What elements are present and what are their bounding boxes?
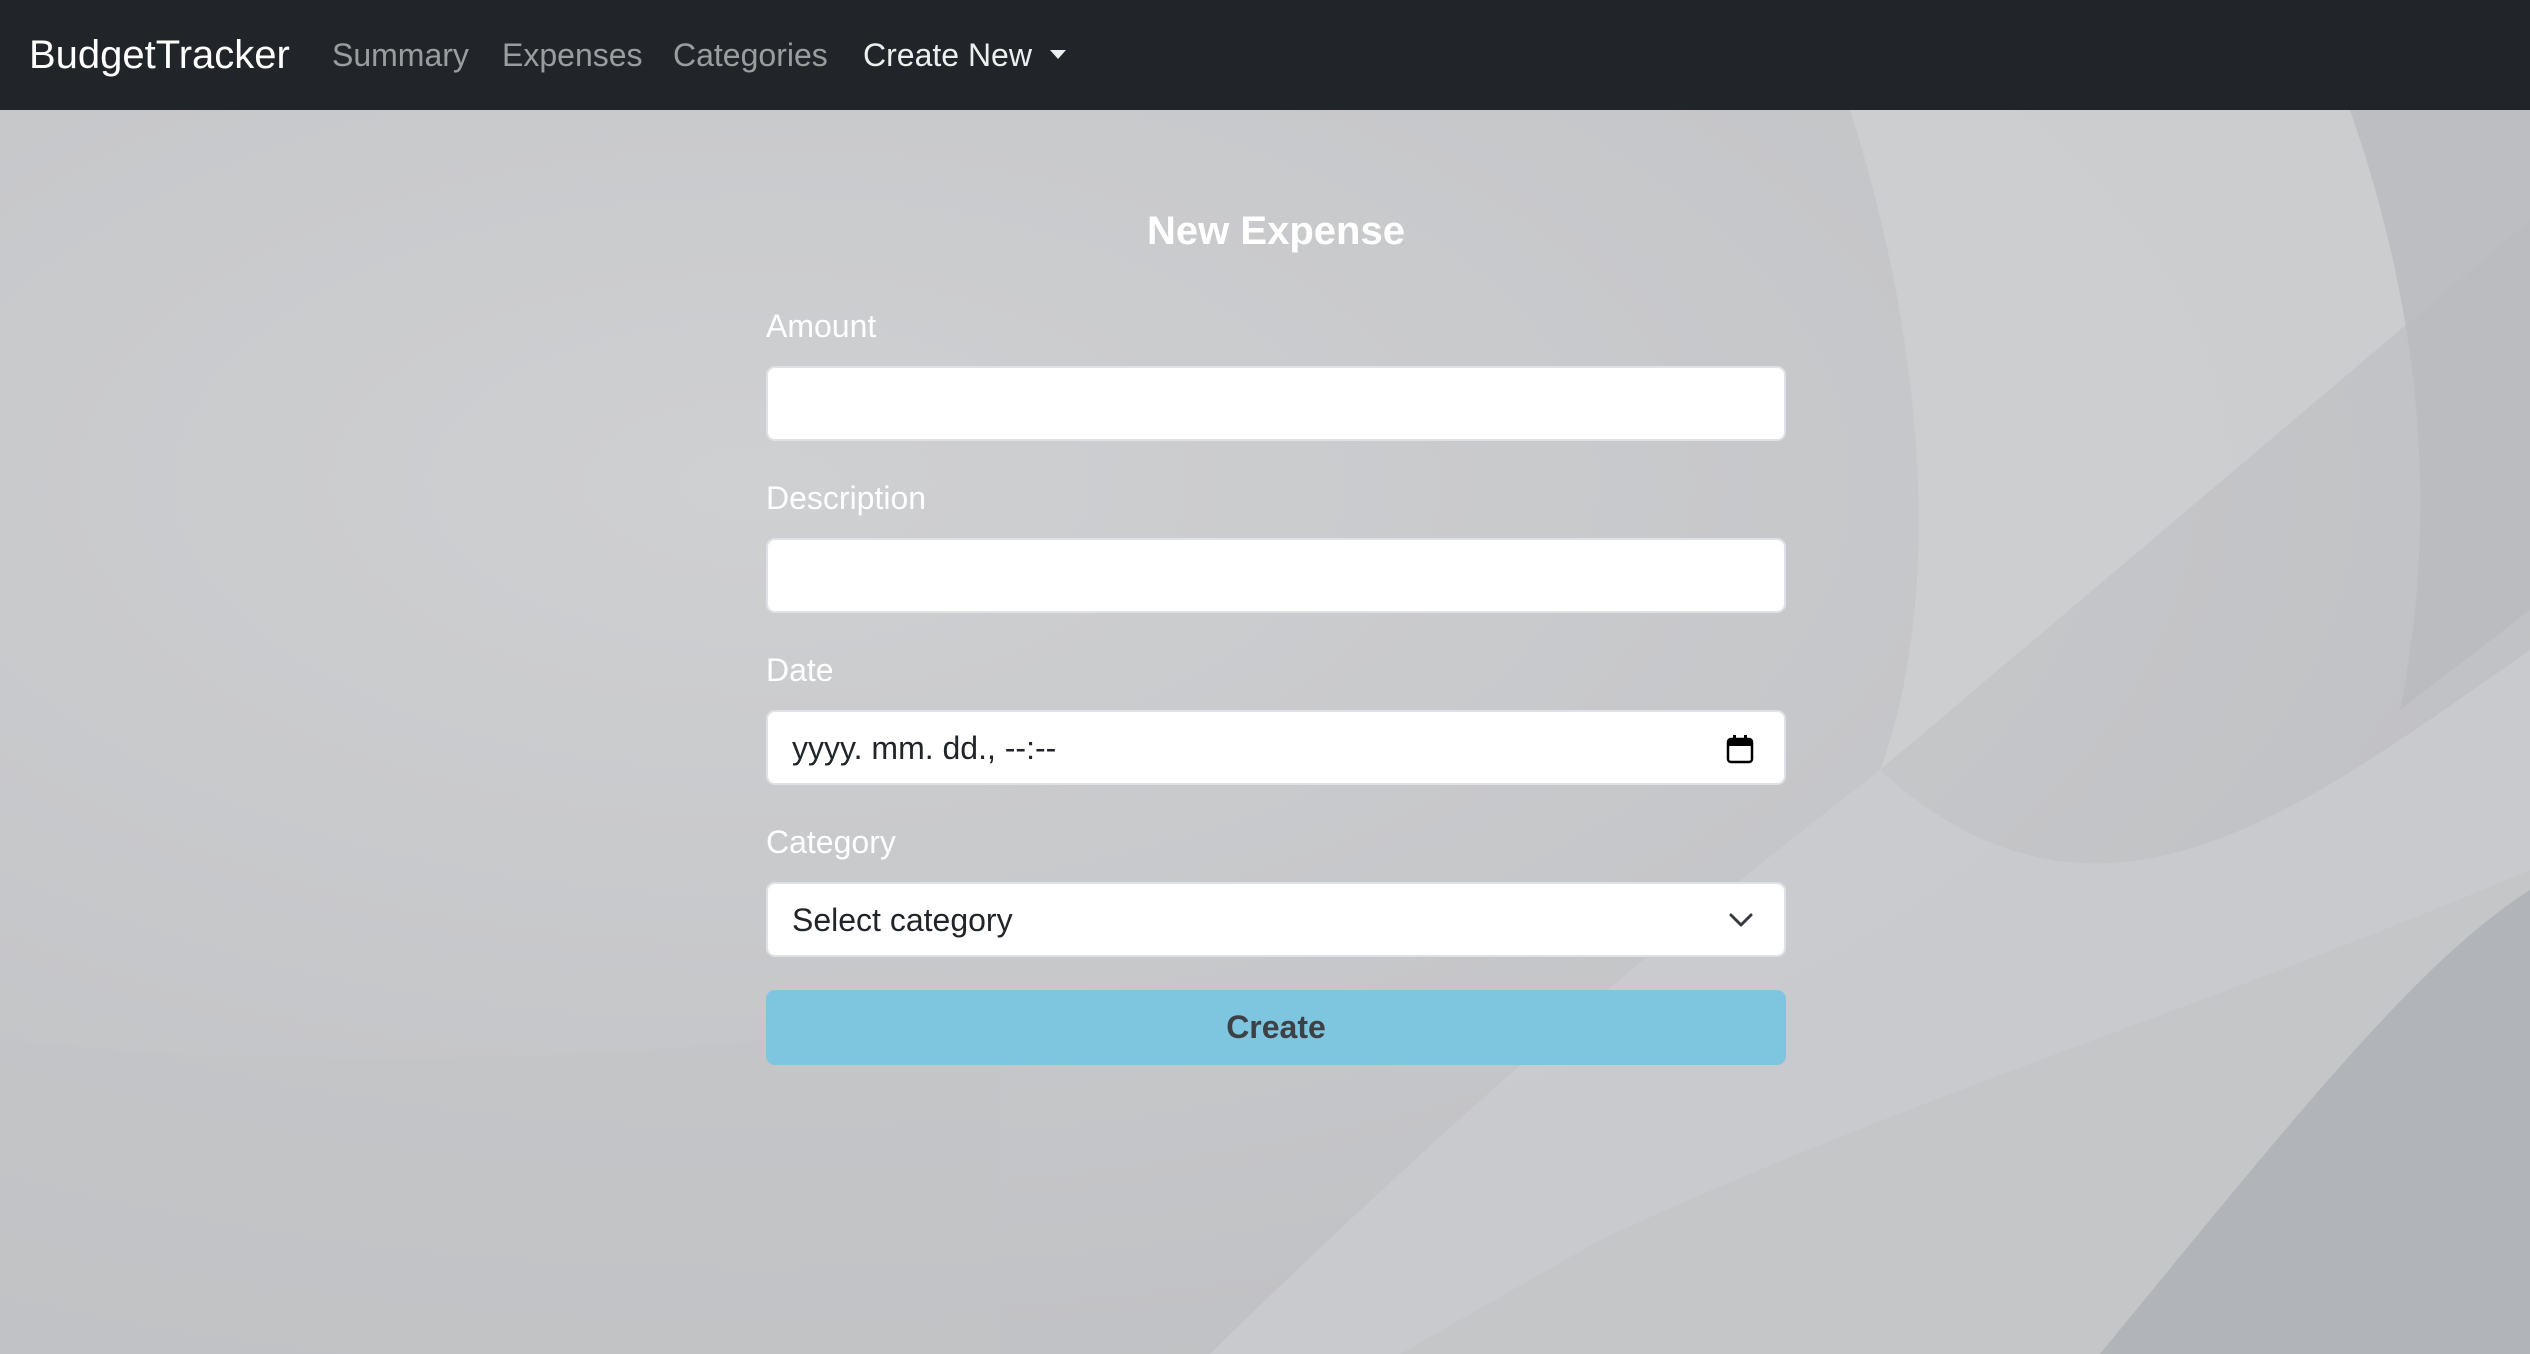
nav-link-categories[interactable]: Categories [673, 33, 828, 77]
date-label: Date [766, 652, 834, 688]
caret-down-icon[interactable] [1050, 50, 1066, 59]
navbar: BudgetTracker Summary Expenses Categorie… [0, 0, 2530, 110]
category-select[interactable]: Select category [766, 882, 1786, 957]
amount-input[interactable] [766, 366, 1786, 441]
description-label: Description [766, 480, 927, 516]
brand-link[interactable]: BudgetTracker [29, 28, 290, 82]
amount-label: Amount [766, 308, 877, 344]
create-button[interactable]: Create [766, 990, 1786, 1065]
description-input[interactable] [766, 538, 1786, 613]
category-select-value: Select category [792, 902, 1013, 938]
date-input-value: yyyy. mm. dd., --:-- [792, 730, 1057, 766]
category-label: Category [766, 824, 896, 860]
nav-link-summary[interactable]: Summary [332, 33, 469, 77]
nav-link-expenses[interactable]: Expenses [502, 33, 643, 77]
chevron-down-icon [1729, 913, 1753, 927]
date-input[interactable]: yyyy. mm. dd., --:-- [766, 710, 1786, 785]
page-title: New Expense [1147, 209, 1405, 253]
nav-dropdown-create-new[interactable]: Create New [863, 33, 1032, 77]
calendar-icon[interactable] [1726, 734, 1754, 764]
